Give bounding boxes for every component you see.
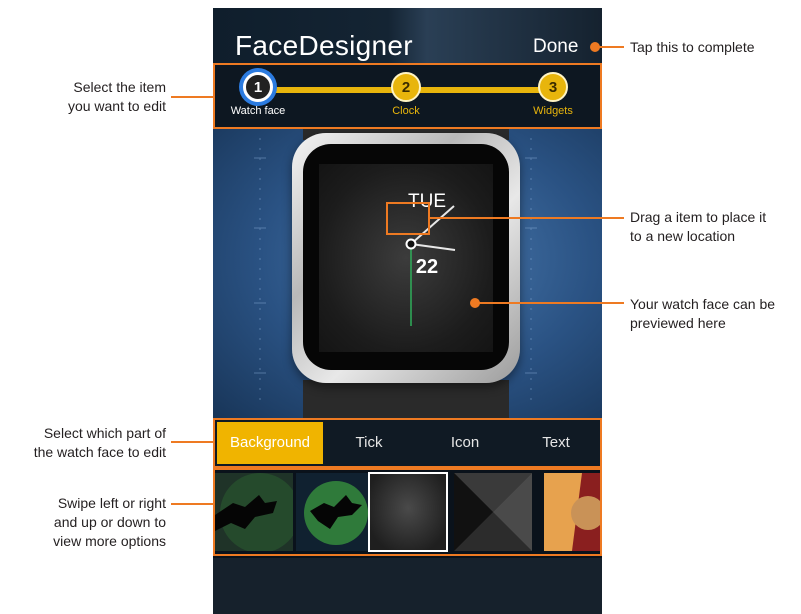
callout-drag: Drag a item to place it to a new locatio…	[630, 208, 766, 246]
callout-swipe: Swipe left or right and up or down to vi…	[0, 494, 166, 551]
callout-done: Tap this to complete	[630, 39, 755, 55]
callout-text: Swipe left or right	[57, 495, 166, 511]
watch-bezel: TUE 22	[303, 144, 509, 370]
app-title: FaceDesigner	[235, 30, 413, 61]
callout-text: the watch face to edit	[33, 444, 166, 460]
app-bar: FaceDesigner Done	[213, 8, 602, 64]
options-highlight	[213, 468, 602, 556]
callout-tabs: Select which part of the watch face to e…	[0, 424, 166, 462]
bottom-area	[213, 558, 602, 614]
callout-text: Your watch face can be	[630, 296, 776, 312]
callout-text: Select which part of	[43, 425, 166, 441]
done-button[interactable]: Done	[533, 36, 578, 58]
callout-text: previewed here	[630, 315, 726, 331]
callout-preview: Your watch face can be previewed here	[630, 295, 775, 333]
callout-steps: Select the item you want to edit	[0, 78, 166, 116]
watch-strap-bottom	[303, 380, 509, 418]
callout-text: to a new location	[630, 228, 736, 244]
watch-preview-area: TUE 22	[213, 128, 602, 418]
watch-screen: TUE 22	[319, 164, 493, 352]
callout-text: and up or down to	[53, 514, 166, 530]
callout-text: view more options	[53, 533, 166, 549]
day-widget-highlight	[386, 202, 430, 235]
watch-case: TUE 22	[292, 133, 520, 383]
callout-text: Drag a item to place it	[630, 209, 767, 225]
date-widget[interactable]: 22	[397, 256, 457, 279]
callout-text: you want to edit	[67, 98, 166, 114]
steps-highlight	[213, 63, 602, 129]
callout-text: Select the item	[73, 79, 166, 95]
tabs-highlight	[213, 418, 602, 468]
